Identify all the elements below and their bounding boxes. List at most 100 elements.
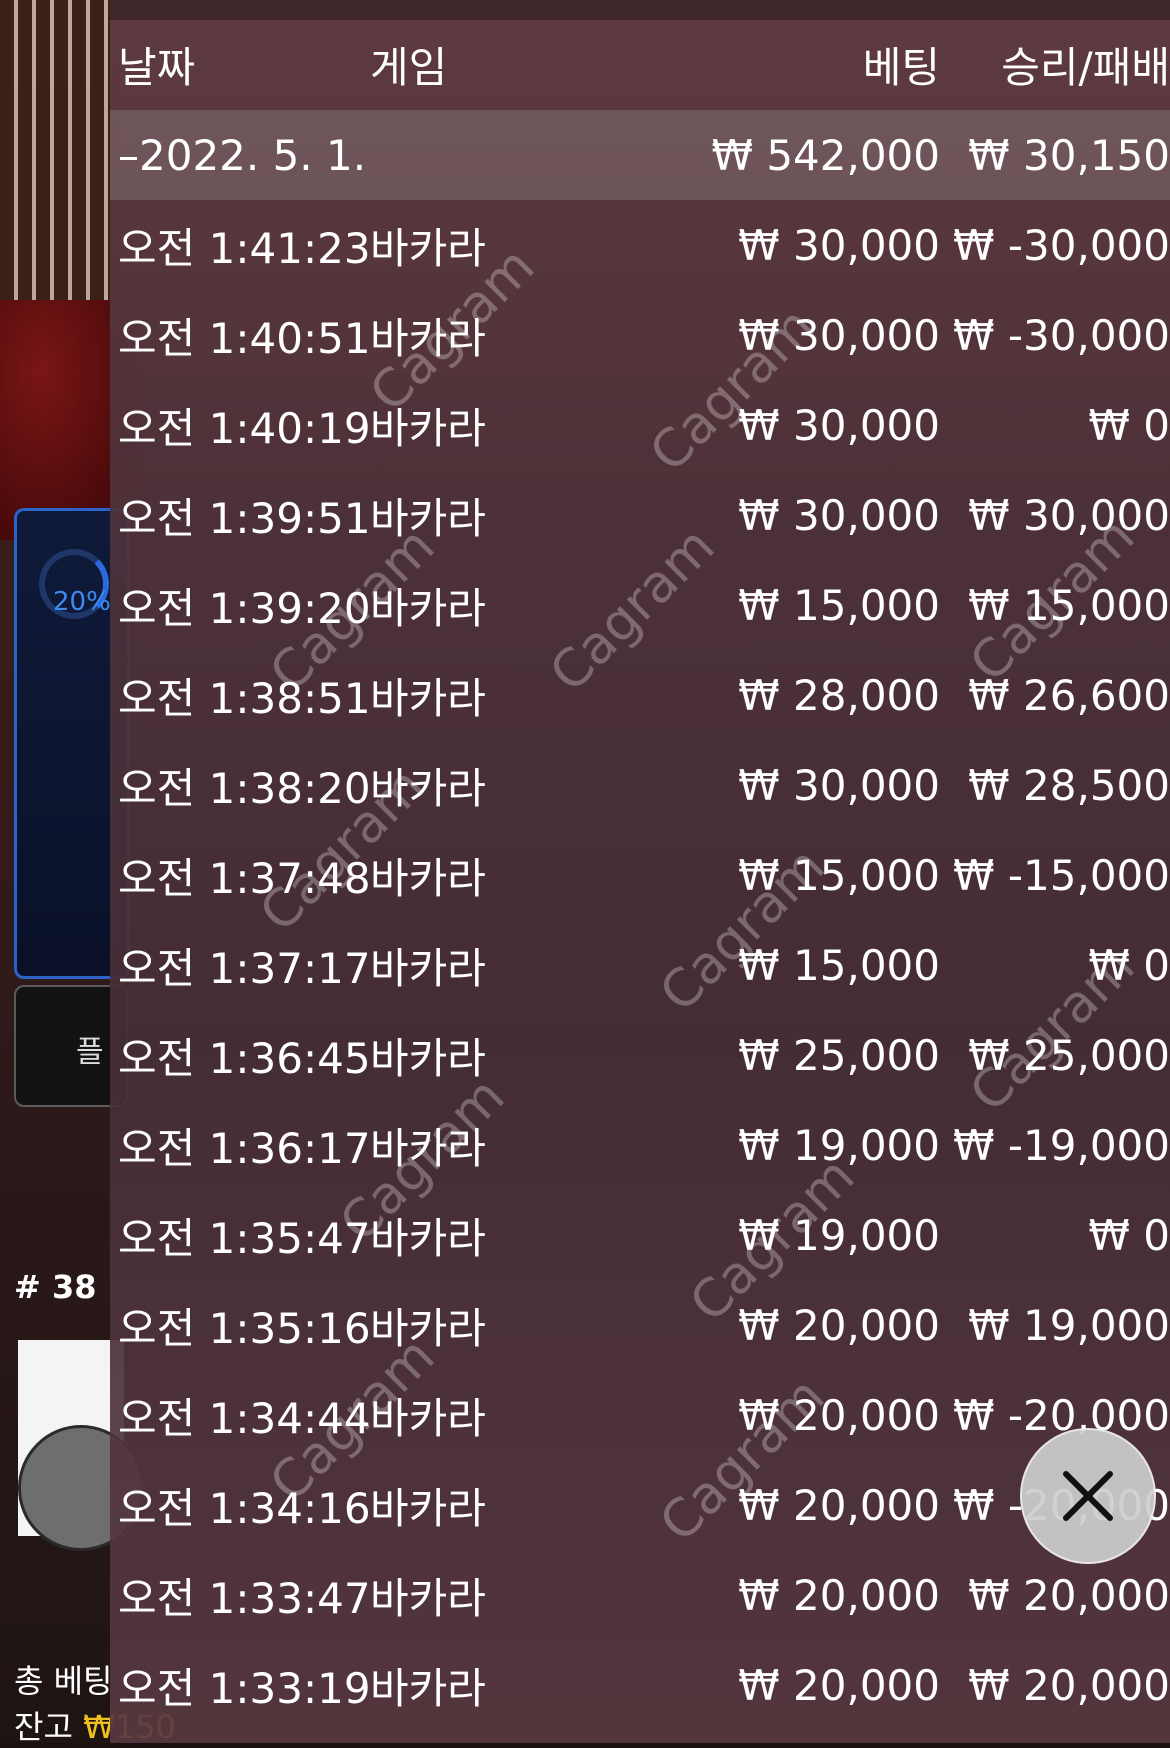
row-time: 오전 1:34:44 xyxy=(118,1393,371,1443)
header-result: 승리/패배 xyxy=(1001,42,1170,92)
row-result: ₩ 20,000 xyxy=(968,1660,1170,1710)
row-bet: ₩ 30,000 xyxy=(738,490,940,540)
row-result: ₩ 0 xyxy=(1088,400,1170,450)
row-time: 오전 1:35:47 xyxy=(118,1213,371,1263)
row-bet: ₩ 20,000 xyxy=(738,1570,940,1620)
row-game: 바카라 xyxy=(370,1663,486,1713)
row-result: ₩ 0 xyxy=(1088,940,1170,990)
row-result: ₩ 28,500 xyxy=(968,760,1170,810)
row-bet: ₩ 15,000 xyxy=(738,850,940,900)
row-game: 바카라 xyxy=(370,493,486,543)
row-bet: ₩ 20,000 xyxy=(738,1480,940,1530)
history-row[interactable]: 오전 1:33:19 바카라 ₩ 20,000 ₩ 20,000 xyxy=(110,1640,1170,1730)
date-summary-row[interactable]: –2022. 5. 1. ₩ 542,000 ₩ 30,150 xyxy=(110,110,1170,200)
history-row[interactable]: 오전 1:40:19 바카라 ₩ 30,000 ₩ 0 xyxy=(110,380,1170,470)
row-game: 바카라 xyxy=(370,943,486,993)
history-row[interactable]: 오전 1:37:17 바카라 ₩ 15,000 ₩ 0 xyxy=(110,920,1170,1010)
row-result: ₩ -15,000 xyxy=(953,850,1170,900)
history-row[interactable]: 오전 1:35:47 바카라 ₩ 19,000 ₩ 0 xyxy=(110,1190,1170,1280)
row-result: ₩ -30,000 xyxy=(953,220,1170,270)
row-result: ₩ 15,000 xyxy=(968,580,1170,630)
row-bet: ₩ 30,000 xyxy=(738,220,940,270)
history-row[interactable]: 오전 1:41:23 바카라 ₩ 30,000 ₩ -30,000 xyxy=(110,200,1170,290)
summary-result: ₩ 30,150 xyxy=(968,130,1170,180)
timer-percent: 20% xyxy=(53,587,111,617)
row-time: 오전 1:37:48 xyxy=(118,853,371,903)
row-time: 오전 1:35:16 xyxy=(118,1303,371,1353)
row-game: 바카라 xyxy=(370,1393,486,1443)
row-bet: ₩ 15,000 xyxy=(738,940,940,990)
total-bet-label: 총 베팅 xyxy=(14,1662,113,1700)
row-result: ₩ -19,000 xyxy=(953,1120,1170,1170)
history-row[interactable]: 오전 1:39:20 바카라 ₩ 15,000 ₩ 15,000 xyxy=(110,560,1170,650)
row-bet: ₩ 30,000 xyxy=(738,310,940,360)
row-result: ₩ 30,000 xyxy=(968,490,1170,540)
row-bet: ₩ 19,000 xyxy=(738,1120,940,1170)
history-panel-topbar xyxy=(110,0,1170,20)
close-icon xyxy=(1063,1471,1113,1521)
row-bet: ₩ 30,000 xyxy=(738,760,940,810)
summary-bet: ₩ 542,000 xyxy=(711,130,940,180)
history-row[interactable]: 오전 1:38:20 바카라 ₩ 30,000 ₩ 28,500 xyxy=(110,740,1170,830)
history-header-row: 날짜 게임 베팅 승리/패배 xyxy=(110,18,1170,110)
row-result: ₩ 0 xyxy=(1088,1210,1170,1260)
row-game: 바카라 xyxy=(370,223,486,273)
row-bet: ₩ 20,000 xyxy=(738,1300,940,1350)
row-time: 오전 1:40:19 xyxy=(118,403,371,453)
row-game: 바카라 xyxy=(370,1123,486,1173)
summary-date: –2022. 5. 1. xyxy=(118,130,367,180)
row-game: 바카라 xyxy=(370,1573,486,1623)
header-game: 게임 xyxy=(370,42,448,92)
history-row[interactable]: 오전 1:38:51 바카라 ₩ 28,000 ₩ 26,600 xyxy=(110,650,1170,740)
history-row[interactable]: 오전 1:33:47 바카라 ₩ 20,000 ₩ 20,000 xyxy=(110,1550,1170,1640)
row-bet: ₩ 20,000 xyxy=(738,1390,940,1440)
row-time: 오전 1:33:47 xyxy=(118,1573,371,1623)
row-time: 오전 1:34:16 xyxy=(118,1483,371,1533)
history-row[interactable]: 오전 1:36:45 바카라 ₩ 25,000 ₩ 25,000 xyxy=(110,1010,1170,1100)
header-bet: 베팅 xyxy=(862,42,940,92)
history-row[interactable]: 오전 1:35:16 바카라 ₩ 20,000 ₩ 19,000 xyxy=(110,1280,1170,1370)
history-row[interactable]: 오전 1:39:51 바카라 ₩ 30,000 ₩ 30,000 xyxy=(110,470,1170,560)
row-bet: ₩ 15,000 xyxy=(738,580,940,630)
history-row[interactable]: 오전 1:36:17 바카라 ₩ 19,000 ₩ -19,000 xyxy=(110,1100,1170,1190)
row-bet: ₩ 28,000 xyxy=(738,670,940,720)
close-button[interactable] xyxy=(1020,1428,1156,1564)
row-time: 오전 1:38:51 xyxy=(118,673,371,723)
row-bet: ₩ 30,000 xyxy=(738,400,940,450)
row-game: 바카라 xyxy=(370,763,486,813)
row-game: 바카라 xyxy=(370,583,486,633)
row-time: 오전 1:37:17 xyxy=(118,943,371,993)
row-time: 오전 1:39:51 xyxy=(118,493,371,543)
row-game: 바카라 xyxy=(370,1483,486,1533)
row-result: ₩ 26,600 xyxy=(968,670,1170,720)
row-bet: ₩ 25,000 xyxy=(738,1030,940,1080)
row-time: 오전 1:33:19 xyxy=(118,1663,371,1713)
decorative-window xyxy=(0,0,120,300)
row-time: 오전 1:41:23 xyxy=(118,223,371,273)
history-row[interactable]: 오전 1:40:51 바카라 ₩ 30,000 ₩ -30,000 xyxy=(110,290,1170,380)
history-row[interactable]: 오전 1:37:48 바카라 ₩ 15,000 ₩ -15,000 xyxy=(110,830,1170,920)
history-row[interactable]: 오전 1:34:44 바카라 ₩ 20,000 ₩ -20,000 xyxy=(110,1370,1170,1460)
row-time: 오전 1:39:20 xyxy=(118,583,371,633)
row-time: 오전 1:36:45 xyxy=(118,1033,371,1083)
row-result: ₩ 25,000 xyxy=(968,1030,1170,1080)
row-bet: ₩ 19,000 xyxy=(738,1210,940,1260)
row-result: ₩ -30,000 xyxy=(953,310,1170,360)
row-game: 바카라 xyxy=(370,673,486,723)
round-number: # 38 xyxy=(14,1268,97,1306)
row-bet: ₩ 20,000 xyxy=(738,1660,940,1710)
row-game: 바카라 xyxy=(370,313,486,363)
row-game: 바카라 xyxy=(370,1213,486,1263)
row-game: 바카라 xyxy=(370,853,486,903)
row-result: ₩ 19,000 xyxy=(968,1300,1170,1350)
header-date: 날짜 xyxy=(118,42,196,92)
row-game: 바카라 xyxy=(370,403,486,453)
history-row[interactable]: 오전 1:34:16바카라₩ 20,000₩ -20,000 xyxy=(110,1460,1170,1550)
bet-history-panel: 날짜 게임 베팅 승리/패배 –2022. 5. 1. ₩ 542,000 ₩ … xyxy=(110,0,1170,1743)
row-time: 오전 1:36:17 xyxy=(118,1123,371,1173)
player-bet-label: 플 xyxy=(76,1035,104,1070)
row-time: 오전 1:40:51 xyxy=(118,313,371,363)
row-game: 바카라 xyxy=(370,1303,486,1353)
balance-label: 잔고 xyxy=(14,1708,73,1746)
row-game: 바카라 xyxy=(370,1033,486,1083)
